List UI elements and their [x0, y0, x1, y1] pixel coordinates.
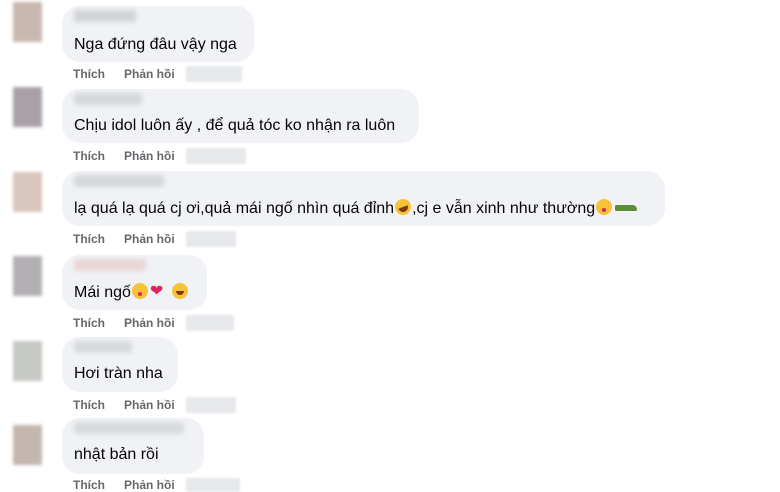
comment-text: Chịu idol luôn ấy , để quả tóc ko nhận r…: [74, 117, 396, 134]
comment-bubble: Chịu idol luôn ấy , để quả tóc ko nhận r…: [62, 89, 419, 143]
kissing-emoji: [596, 199, 613, 215]
comment-text-part-2: ,cj e vẫn xinh như thường: [412, 200, 596, 217]
comment-bubble: Hơi tràn nha: [62, 337, 178, 392]
comment-actions: Thích Phản hồi: [73, 315, 234, 331]
avatar[interactable]: [13, 172, 42, 212]
smile-emoji: [171, 283, 188, 299]
timestamp-blurred[interactable]: [185, 66, 242, 82]
avatar[interactable]: [13, 87, 42, 127]
timestamp-blurred[interactable]: [185, 148, 246, 164]
comment-actions: Thích Phản hồi: [73, 231, 236, 247]
timestamp-blurred[interactable]: [185, 315, 234, 331]
reply-button[interactable]: Phản hồi: [124, 478, 175, 492]
author-name-blurred[interactable]: [74, 10, 136, 22]
comment-actions: Thích Phản hồi: [73, 148, 246, 164]
like-button[interactable]: Thích: [73, 316, 105, 330]
author-name-blurred[interactable]: [74, 93, 142, 105]
comment-text: Nga đứng đâu vậy nga: [74, 36, 237, 53]
author-name-blurred[interactable]: [74, 341, 132, 353]
comment-actions: Thích Phản hồi: [73, 66, 242, 82]
comment-actions: Thích Phản hồi: [73, 478, 240, 492]
crocodile-emoji: [614, 199, 638, 215]
like-button[interactable]: Thích: [73, 67, 105, 81]
like-button[interactable]: Thích: [73, 232, 105, 246]
reply-button[interactable]: Phản hồi: [124, 232, 175, 246]
like-button[interactable]: Thích: [73, 398, 105, 412]
author-name-blurred[interactable]: [74, 175, 164, 187]
comment-bubble: Mái ngố: [62, 255, 207, 310]
avatar[interactable]: [13, 256, 42, 296]
reply-button[interactable]: Phản hồi: [124, 316, 175, 330]
like-button[interactable]: Thích: [73, 149, 105, 163]
comment-text-main: Mái ngố: [74, 284, 131, 301]
reply-button[interactable]: Phản hồi: [124, 149, 175, 163]
reply-button[interactable]: Phản hồi: [124, 67, 175, 81]
timestamp-blurred[interactable]: [185, 231, 236, 247]
comment-text: lạ quá lạ quá cj ơi,quả mái ngố nhìn quá…: [74, 196, 639, 218]
comment-bubble: Nga đứng đâu vậy nga: [62, 6, 254, 62]
timestamp-blurred[interactable]: [185, 397, 236, 413]
avatar[interactable]: [13, 2, 42, 42]
author-name-blurred[interactable]: [74, 422, 184, 434]
like-button[interactable]: Thích: [73, 478, 105, 492]
reply-button[interactable]: Phản hồi: [124, 398, 175, 412]
comment-text: Mái ngố: [74, 281, 189, 302]
avatar[interactable]: [13, 341, 42, 381]
comment-bubble: nhật bản rồi: [62, 418, 204, 474]
comment-text: Hơi tràn nha: [74, 365, 163, 382]
avatar[interactable]: [13, 425, 42, 465]
comment-bubble: lạ quá lạ quá cj ơi,quả mái ngố nhìn quá…: [62, 171, 665, 226]
timestamp-blurred[interactable]: [185, 478, 240, 492]
comment-text-part-1: lạ quá lạ quá cj ơi,quả mái ngố nhìn quá…: [74, 200, 395, 217]
comment-actions: Thích Phản hồi: [73, 397, 236, 413]
laughing-emoji: [392, 196, 414, 218]
author-name-blurred[interactable]: [74, 259, 146, 271]
kissing-emoji: [131, 283, 148, 299]
hearts-emoji: [150, 281, 166, 300]
comment-text: nhật bản rồi: [74, 446, 159, 463]
